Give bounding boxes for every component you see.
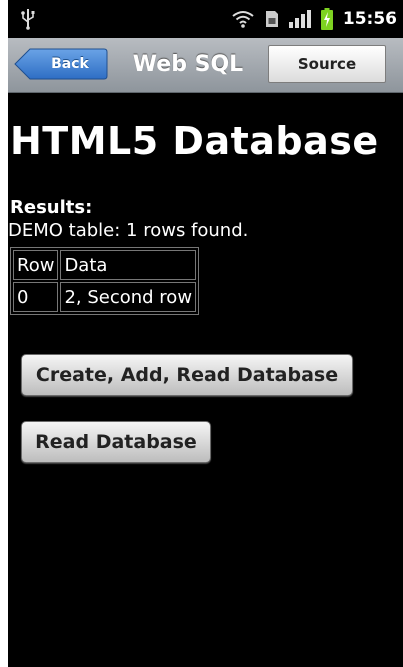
back-button[interactable]: Back bbox=[14, 48, 108, 80]
wifi-icon bbox=[231, 9, 255, 29]
main-content: HTML5 Database Results: DEMO table: 1 ro… bbox=[8, 93, 403, 667]
column-header-data: Data bbox=[60, 250, 197, 280]
title-bar: Back Web SQL Source bbox=[8, 38, 403, 93]
table-cell-row: 0 bbox=[13, 282, 59, 312]
page-title: Web SQL bbox=[132, 52, 244, 77]
results-message: DEMO table: 1 rows found. bbox=[8, 220, 249, 241]
signal-icon bbox=[288, 10, 311, 28]
phone-screen: 15:56 Back Web SQL Source HTML5 Database… bbox=[8, 0, 403, 667]
table-header-row: Row Data bbox=[13, 250, 197, 280]
status-bar: 15:56 bbox=[8, 0, 403, 38]
results-table: Row Data 0 2, Second row bbox=[10, 247, 200, 315]
column-header-row: Row bbox=[13, 250, 59, 280]
table-row: 0 2, Second row bbox=[13, 282, 197, 312]
device-frame bbox=[0, 0, 8, 667]
source-button[interactable]: Source bbox=[268, 45, 386, 83]
battery-charging-icon bbox=[320, 8, 333, 30]
page-heading: HTML5 Database bbox=[10, 119, 379, 163]
sim-icon bbox=[265, 10, 279, 28]
create-add-read-button[interactable]: Create, Add, Read Database bbox=[21, 354, 353, 396]
usb-icon bbox=[20, 8, 36, 30]
read-database-button[interactable]: Read Database bbox=[21, 421, 211, 463]
back-button-label: Back bbox=[51, 56, 89, 72]
status-time: 15:56 bbox=[342, 9, 397, 29]
table-cell-data: 2, Second row bbox=[60, 282, 197, 312]
results-label: Results: bbox=[10, 197, 93, 218]
